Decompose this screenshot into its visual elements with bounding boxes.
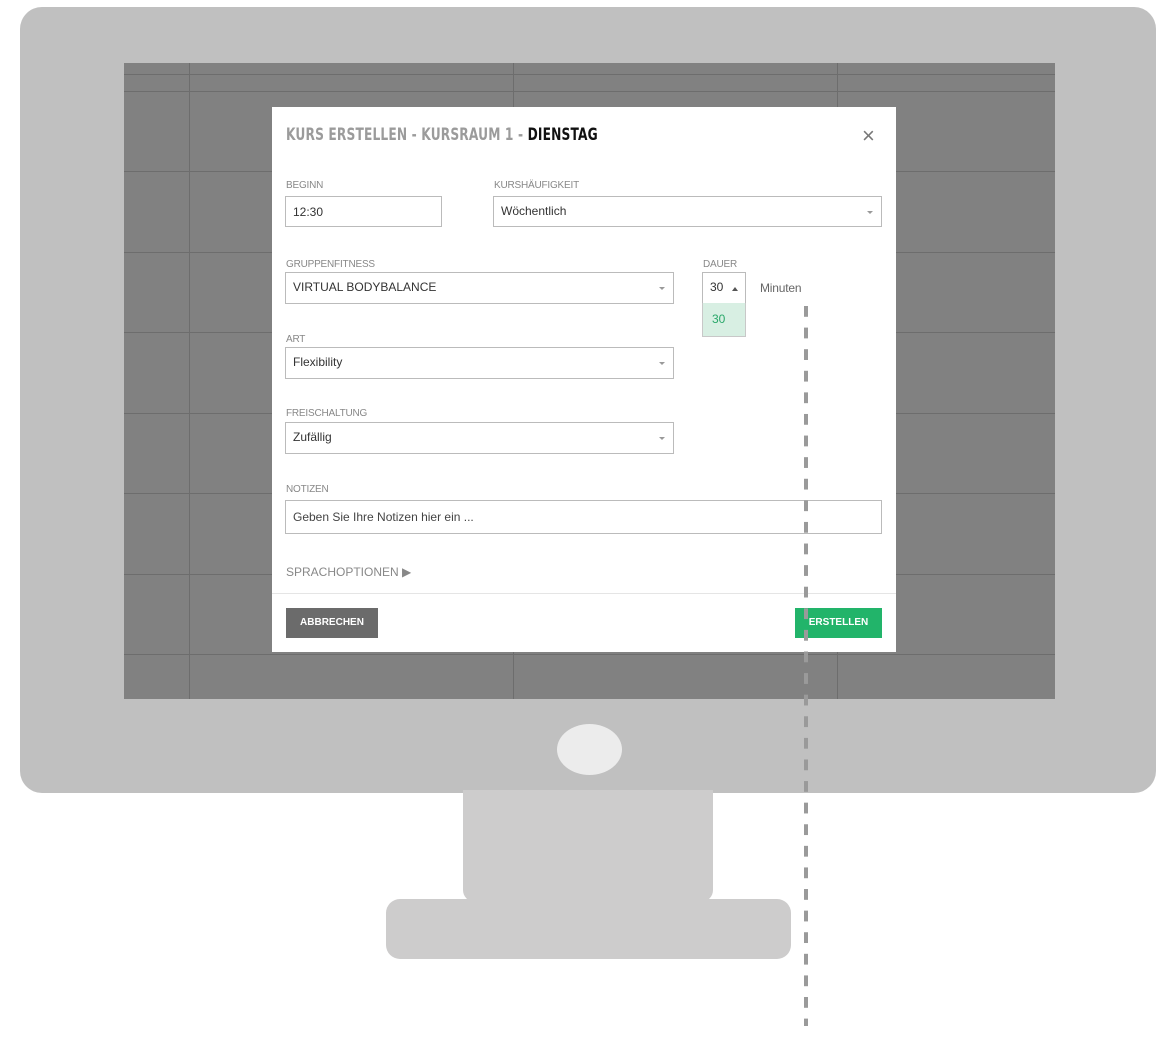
beginn-label: BEGINN bbox=[286, 180, 324, 191]
dauer-unit: Minuten bbox=[760, 281, 802, 295]
dauer-label: DAUER bbox=[703, 259, 738, 270]
create-course-dialog: KURS ERSTELLEN - KURSRAUM 1 - DIENSTAG ×… bbox=[272, 107, 896, 652]
dialog-title-day: DIENSTAG bbox=[527, 125, 598, 145]
chevron-up-icon bbox=[732, 287, 738, 291]
dialog-title: KURS ERSTELLEN - KURSRAUM 1 - DIENSTAG bbox=[286, 125, 598, 145]
monitor-logo bbox=[557, 724, 622, 775]
art-label: ART bbox=[286, 334, 306, 345]
create-button[interactable]: ERSTELLEN bbox=[795, 608, 882, 638]
dauer-select[interactable]: 30 bbox=[702, 272, 746, 304]
kurshaeufigkeit-label: KURSHÄUFIGKEIT bbox=[494, 180, 579, 191]
freischaltung-label: FREISCHALTUNG bbox=[286, 408, 368, 419]
monitor-stand-neck bbox=[463, 790, 713, 902]
freischaltung-select[interactable]: Zufällig bbox=[285, 422, 674, 454]
footer-divider bbox=[272, 593, 896, 594]
dotted-guide-line bbox=[804, 306, 808, 1026]
gruppenfitness-label: GRUPPENFITNESS bbox=[286, 259, 375, 270]
close-icon[interactable]: × bbox=[862, 125, 875, 147]
kurshaeufigkeit-select[interactable]: Wöchentlich bbox=[493, 196, 882, 227]
beginn-input[interactable]: 12:30 bbox=[285, 196, 442, 227]
notizen-label: NOTIZEN bbox=[286, 484, 329, 495]
language-options-toggle[interactable]: SPRACHOPTIONEN ▶ bbox=[286, 565, 411, 579]
dauer-dropdown-list: 30 bbox=[702, 303, 746, 337]
art-select[interactable]: Flexibility bbox=[285, 347, 674, 379]
gruppenfitness-select[interactable]: VIRTUAL BODYBALANCE bbox=[285, 272, 674, 304]
cancel-button[interactable]: ABBRECHEN bbox=[286, 608, 378, 638]
notizen-input[interactable]: Geben Sie Ihre Notizen hier ein ... bbox=[285, 500, 882, 534]
monitor-stand-base bbox=[386, 899, 791, 959]
dauer-option[interactable]: 30 bbox=[712, 312, 725, 326]
